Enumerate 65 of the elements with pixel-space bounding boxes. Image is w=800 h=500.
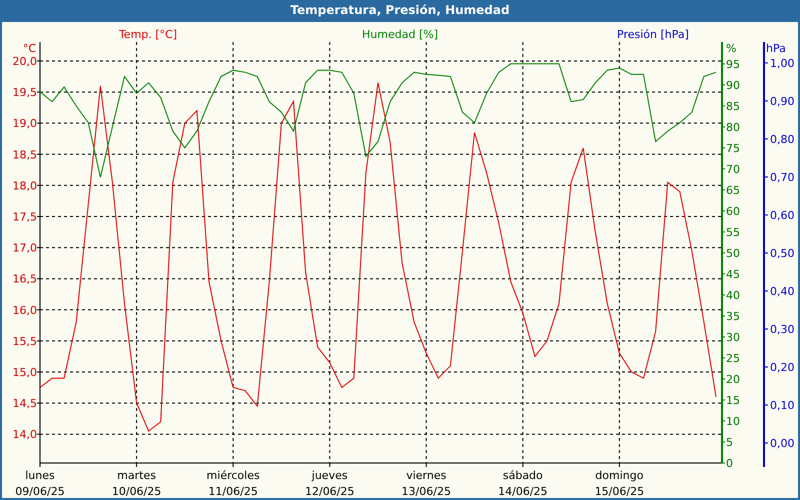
axis-title: Temp. [°C] [118, 28, 178, 41]
day-label: sábado [502, 469, 543, 482]
tick-label: 30 [726, 330, 740, 344]
axis-unit: % [726, 42, 736, 55]
tick-label: 5 [726, 436, 733, 449]
tick-label: 75 [726, 142, 740, 155]
date-label: 14/06/25 [498, 485, 548, 498]
tick-label: 10 [726, 414, 740, 428]
tick-label: 18,5 [12, 148, 37, 162]
tick-label: 0,30 [770, 322, 794, 336]
day-label: miércoles [206, 469, 260, 482]
tick-label: 15,5 [12, 334, 37, 348]
tick-label: 0 [726, 457, 733, 470]
axis-unit: hPa [766, 42, 786, 55]
tick-label: 0,90 [770, 94, 794, 108]
tick-label: 14,0 [12, 428, 37, 442]
day-label: viernes [406, 469, 446, 482]
tick-label: 0,60 [770, 208, 794, 222]
tick-label: 0,10 [770, 399, 794, 412]
day-label: lunes [25, 469, 55, 482]
tick-label: 1,00 [770, 56, 794, 70]
axis-unit: °C [22, 42, 36, 55]
day-label: domingo [595, 469, 644, 482]
tick-label: 35 [726, 310, 740, 323]
tick-label: 95 [726, 58, 740, 71]
tick-label: 0,70 [770, 170, 794, 184]
date-label: 13/06/25 [402, 485, 451, 498]
tick-label: 80 [726, 120, 740, 134]
axis-title: Humedad [%] [362, 28, 438, 41]
tick-label: 15,0 [12, 366, 37, 379]
tick-label: 19,5 [12, 86, 37, 100]
date-label: 12/06/25 [305, 485, 354, 498]
tick-label: 19,0 [12, 117, 37, 130]
tick-label: 20,0 [12, 54, 37, 68]
tick-label: 17,5 [12, 210, 37, 224]
day-label: martes [117, 469, 156, 482]
tick-label: 85 [726, 100, 740, 113]
tick-label: 55 [726, 226, 740, 239]
date-label: 09/06/25 [15, 485, 65, 498]
axis-title: Presión [hPa] [617, 28, 689, 41]
tick-label: 0,80 [770, 132, 794, 146]
tick-label: 17,0 [12, 242, 37, 255]
tick-label: 0,00 [770, 437, 794, 450]
date-label: 15/06/25 [594, 485, 644, 498]
tick-label: 25 [726, 352, 740, 365]
tick-label: 70 [726, 162, 740, 176]
tick-label: 60 [726, 204, 740, 218]
tick-label: 40 [726, 288, 740, 302]
tick-label: 20 [726, 372, 740, 386]
tick-label: 50 [726, 246, 740, 260]
date-label: 11/06/25 [208, 485, 258, 498]
window-title: Temperatura, Presión, Humedad [2, 0, 798, 22]
tick-label: 16,5 [12, 272, 37, 286]
tick-label: 15 [726, 394, 740, 407]
tick-label: 18,0 [12, 179, 37, 192]
tick-label: 16,0 [12, 304, 37, 317]
day-label: jueves [312, 469, 348, 482]
tick-label: 0,50 [770, 246, 794, 260]
tick-label: 65 [726, 184, 740, 197]
date-label: 10/06/25 [112, 485, 162, 498]
tick-label: 0,20 [770, 360, 794, 374]
tick-label: 45 [726, 268, 740, 281]
tick-label: 0,40 [770, 284, 794, 298]
tick-label: 14,5 [12, 397, 37, 410]
tick-label: 90 [726, 78, 740, 92]
